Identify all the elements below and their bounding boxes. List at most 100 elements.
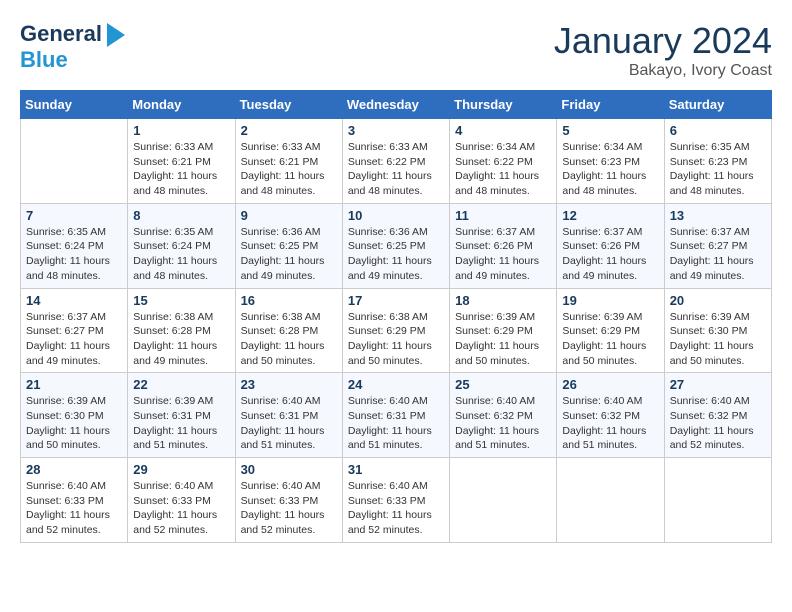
calendar-cell: 22Sunrise: 6:39 AMSunset: 6:31 PMDayligh… — [128, 373, 235, 458]
calendar-cell — [664, 458, 771, 543]
day-number: 31 — [348, 462, 444, 477]
page-header: General Blue January 2024 Bakayo, Ivory … — [20, 20, 772, 80]
day-info: Sunrise: 6:39 AMSunset: 6:30 PMDaylight:… — [26, 394, 122, 453]
logo-arrow-icon — [107, 23, 125, 47]
calendar-cell: 3 Sunrise: 6:33 AMSunset: 6:22 PMDaylight… — [342, 119, 449, 204]
calendar-cell: 9Sunrise: 6:36 AMSunset: 6:25 PMDaylight… — [235, 203, 342, 288]
calendar-cell: 10 Sunrise: 6:36 AMSunset: 6:25 PMDayligh… — [342, 203, 449, 288]
month-title: January 2024 — [554, 20, 772, 62]
calendar-cell: 13 Sunrise: 6:37 AMSunset: 6:27 PMDayligh… — [664, 203, 771, 288]
week-row-2: 7 Sunrise: 6:35 AMSunset: 6:24 PMDaylight… — [21, 203, 772, 288]
calendar-cell: 26 Sunrise: 6:40 AMSunset: 6:32 PMDayligh… — [557, 373, 664, 458]
day-number: 10 — [348, 208, 444, 223]
calendar-cell: 30Sunrise: 6:40 AMSunset: 6:33 PMDayligh… — [235, 458, 342, 543]
day-number: 6 — [670, 123, 766, 138]
week-row-4: 21Sunrise: 6:39 AMSunset: 6:30 PMDayligh… — [21, 373, 772, 458]
day-number: 22 — [133, 377, 229, 392]
calendar-cell: 14Sunrise: 6:37 AMSunset: 6:27 PMDayligh… — [21, 288, 128, 373]
calendar-cell: 12Sunrise: 6:37 AMSunset: 6:26 PMDayligh… — [557, 203, 664, 288]
day-number: 8 — [133, 208, 229, 223]
logo-blue: Blue — [20, 47, 125, 72]
day-number: 4 — [455, 123, 551, 138]
day-info: Sunrise: 6:35 AMSunset: 6:24 PMDaylight:… — [26, 225, 122, 284]
col-header-tuesday: Tuesday — [235, 91, 342, 119]
day-info: Sunrise: 6:38 AMSunset: 6:29 PMDaylight:… — [348, 310, 444, 369]
calendar-cell: 25 Sunrise: 6:40 AMSunset: 6:32 PMDayligh… — [450, 373, 557, 458]
calendar-cell: 28 Sunrise: 6:40 AMSunset: 6:33 PMDayligh… — [21, 458, 128, 543]
calendar-cell: 21Sunrise: 6:39 AMSunset: 6:30 PMDayligh… — [21, 373, 128, 458]
calendar-cell: 19 Sunrise: 6:39 AMSunset: 6:29 PMDayligh… — [557, 288, 664, 373]
calendar-cell — [450, 458, 557, 543]
day-number: 24 — [348, 377, 444, 392]
day-info: Sunrise: 6:33 AMSunset: 6:21 PMDaylight:… — [133, 140, 229, 199]
day-info: Sunrise: 6:39 AMSunset: 6:30 PMDaylight:… — [670, 310, 766, 369]
col-header-friday: Friday — [557, 91, 664, 119]
week-row-5: 28 Sunrise: 6:40 AMSunset: 6:33 PMDayligh… — [21, 458, 772, 543]
day-number: 28 — [26, 462, 122, 477]
day-info: Sunrise: 6:33 AMSunset: 6:22 PMDaylight:… — [348, 140, 444, 199]
day-number: 3 — [348, 123, 444, 138]
day-info: Sunrise: 6:40 AMSunset: 6:32 PMDaylight:… — [455, 394, 551, 453]
calendar-cell: 2 Sunrise: 6:33 AMSunset: 6:21 PMDaylight… — [235, 119, 342, 204]
day-number: 16 — [241, 293, 337, 308]
day-number: 27 — [670, 377, 766, 392]
calendar-cell: 11Sunrise: 6:37 AMSunset: 6:26 PMDayligh… — [450, 203, 557, 288]
calendar-header-row: SundayMondayTuesdayWednesdayThursdayFrid… — [21, 91, 772, 119]
day-info: Sunrise: 6:40 AMSunset: 6:32 PMDaylight:… — [670, 394, 766, 453]
week-row-3: 14Sunrise: 6:37 AMSunset: 6:27 PMDayligh… — [21, 288, 772, 373]
day-info: Sunrise: 6:39 AMSunset: 6:29 PMDaylight:… — [562, 310, 658, 369]
calendar-cell: 18 Sunrise: 6:39 AMSunset: 6:29 PMDayligh… — [450, 288, 557, 373]
day-number: 1 — [133, 123, 229, 138]
calendar-cell: 31 Sunrise: 6:40 AMSunset: 6:33 PMDayligh… — [342, 458, 449, 543]
day-info: Sunrise: 6:39 AMSunset: 6:29 PMDaylight:… — [455, 310, 551, 369]
calendar-cell: 15Sunrise: 6:38 AMSunset: 6:28 PMDayligh… — [128, 288, 235, 373]
day-info: Sunrise: 6:36 AMSunset: 6:25 PMDaylight:… — [348, 225, 444, 284]
day-info: Sunrise: 6:40 AMSunset: 6:33 PMDaylight:… — [133, 479, 229, 538]
col-header-sunday: Sunday — [21, 91, 128, 119]
calendar-cell: 7 Sunrise: 6:35 AMSunset: 6:24 PMDaylight… — [21, 203, 128, 288]
day-number: 15 — [133, 293, 229, 308]
week-row-1: 1 Sunrise: 6:33 AMSunset: 6:21 PMDaylight… — [21, 119, 772, 204]
col-header-saturday: Saturday — [664, 91, 771, 119]
calendar-cell: 23Sunrise: 6:40 AMSunset: 6:31 PMDayligh… — [235, 373, 342, 458]
day-number: 26 — [562, 377, 658, 392]
day-info: Sunrise: 6:40 AMSunset: 6:33 PMDaylight:… — [348, 479, 444, 538]
day-number: 20 — [670, 293, 766, 308]
day-info: Sunrise: 6:40 AMSunset: 6:31 PMDaylight:… — [348, 394, 444, 453]
calendar-cell — [557, 458, 664, 543]
day-info: Sunrise: 6:33 AMSunset: 6:21 PMDaylight:… — [241, 140, 337, 199]
calendar-cell: 20 Sunrise: 6:39 AMSunset: 6:30 PMDayligh… — [664, 288, 771, 373]
calendar-cell: 24 Sunrise: 6:40 AMSunset: 6:31 PMDayligh… — [342, 373, 449, 458]
col-header-monday: Monday — [128, 91, 235, 119]
calendar-cell: 27 Sunrise: 6:40 AMSunset: 6:32 PMDayligh… — [664, 373, 771, 458]
day-info: Sunrise: 6:40 AMSunset: 6:31 PMDaylight:… — [241, 394, 337, 453]
col-header-thursday: Thursday — [450, 91, 557, 119]
day-number: 13 — [670, 208, 766, 223]
calendar-cell: 16Sunrise: 6:38 AMSunset: 6:28 PMDayligh… — [235, 288, 342, 373]
day-info: Sunrise: 6:40 AMSunset: 6:33 PMDaylight:… — [26, 479, 122, 538]
day-info: Sunrise: 6:35 AMSunset: 6:23 PMDaylight:… — [670, 140, 766, 199]
day-number: 25 — [455, 377, 551, 392]
calendar-cell — [21, 119, 128, 204]
calendar-cell: 6 Sunrise: 6:35 AMSunset: 6:23 PMDaylight… — [664, 119, 771, 204]
calendar-table: SundayMondayTuesdayWednesdayThursdayFrid… — [20, 90, 772, 543]
calendar-cell: 1 Sunrise: 6:33 AMSunset: 6:21 PMDaylight… — [128, 119, 235, 204]
day-info: Sunrise: 6:34 AMSunset: 6:23 PMDaylight:… — [562, 140, 658, 199]
day-info: Sunrise: 6:37 AMSunset: 6:27 PMDaylight:… — [670, 225, 766, 284]
calendar-cell: 5 Sunrise: 6:34 AMSunset: 6:23 PMDaylight… — [557, 119, 664, 204]
col-header-wednesday: Wednesday — [342, 91, 449, 119]
location-title: Bakayo, Ivory Coast — [554, 62, 772, 80]
day-number: 19 — [562, 293, 658, 308]
day-number: 5 — [562, 123, 658, 138]
day-info: Sunrise: 6:35 AMSunset: 6:24 PMDaylight:… — [133, 225, 229, 284]
calendar-cell: 17Sunrise: 6:38 AMSunset: 6:29 PMDayligh… — [342, 288, 449, 373]
day-info: Sunrise: 6:40 AMSunset: 6:32 PMDaylight:… — [562, 394, 658, 453]
calendar-cell: 29Sunrise: 6:40 AMSunset: 6:33 PMDayligh… — [128, 458, 235, 543]
day-number: 2 — [241, 123, 337, 138]
day-number: 18 — [455, 293, 551, 308]
calendar-cell: 4Sunrise: 6:34 AMSunset: 6:22 PMDaylight… — [450, 119, 557, 204]
day-number: 14 — [26, 293, 122, 308]
day-number: 7 — [26, 208, 122, 223]
day-info: Sunrise: 6:37 AMSunset: 6:26 PMDaylight:… — [562, 225, 658, 284]
logo-general: General — [20, 21, 102, 46]
